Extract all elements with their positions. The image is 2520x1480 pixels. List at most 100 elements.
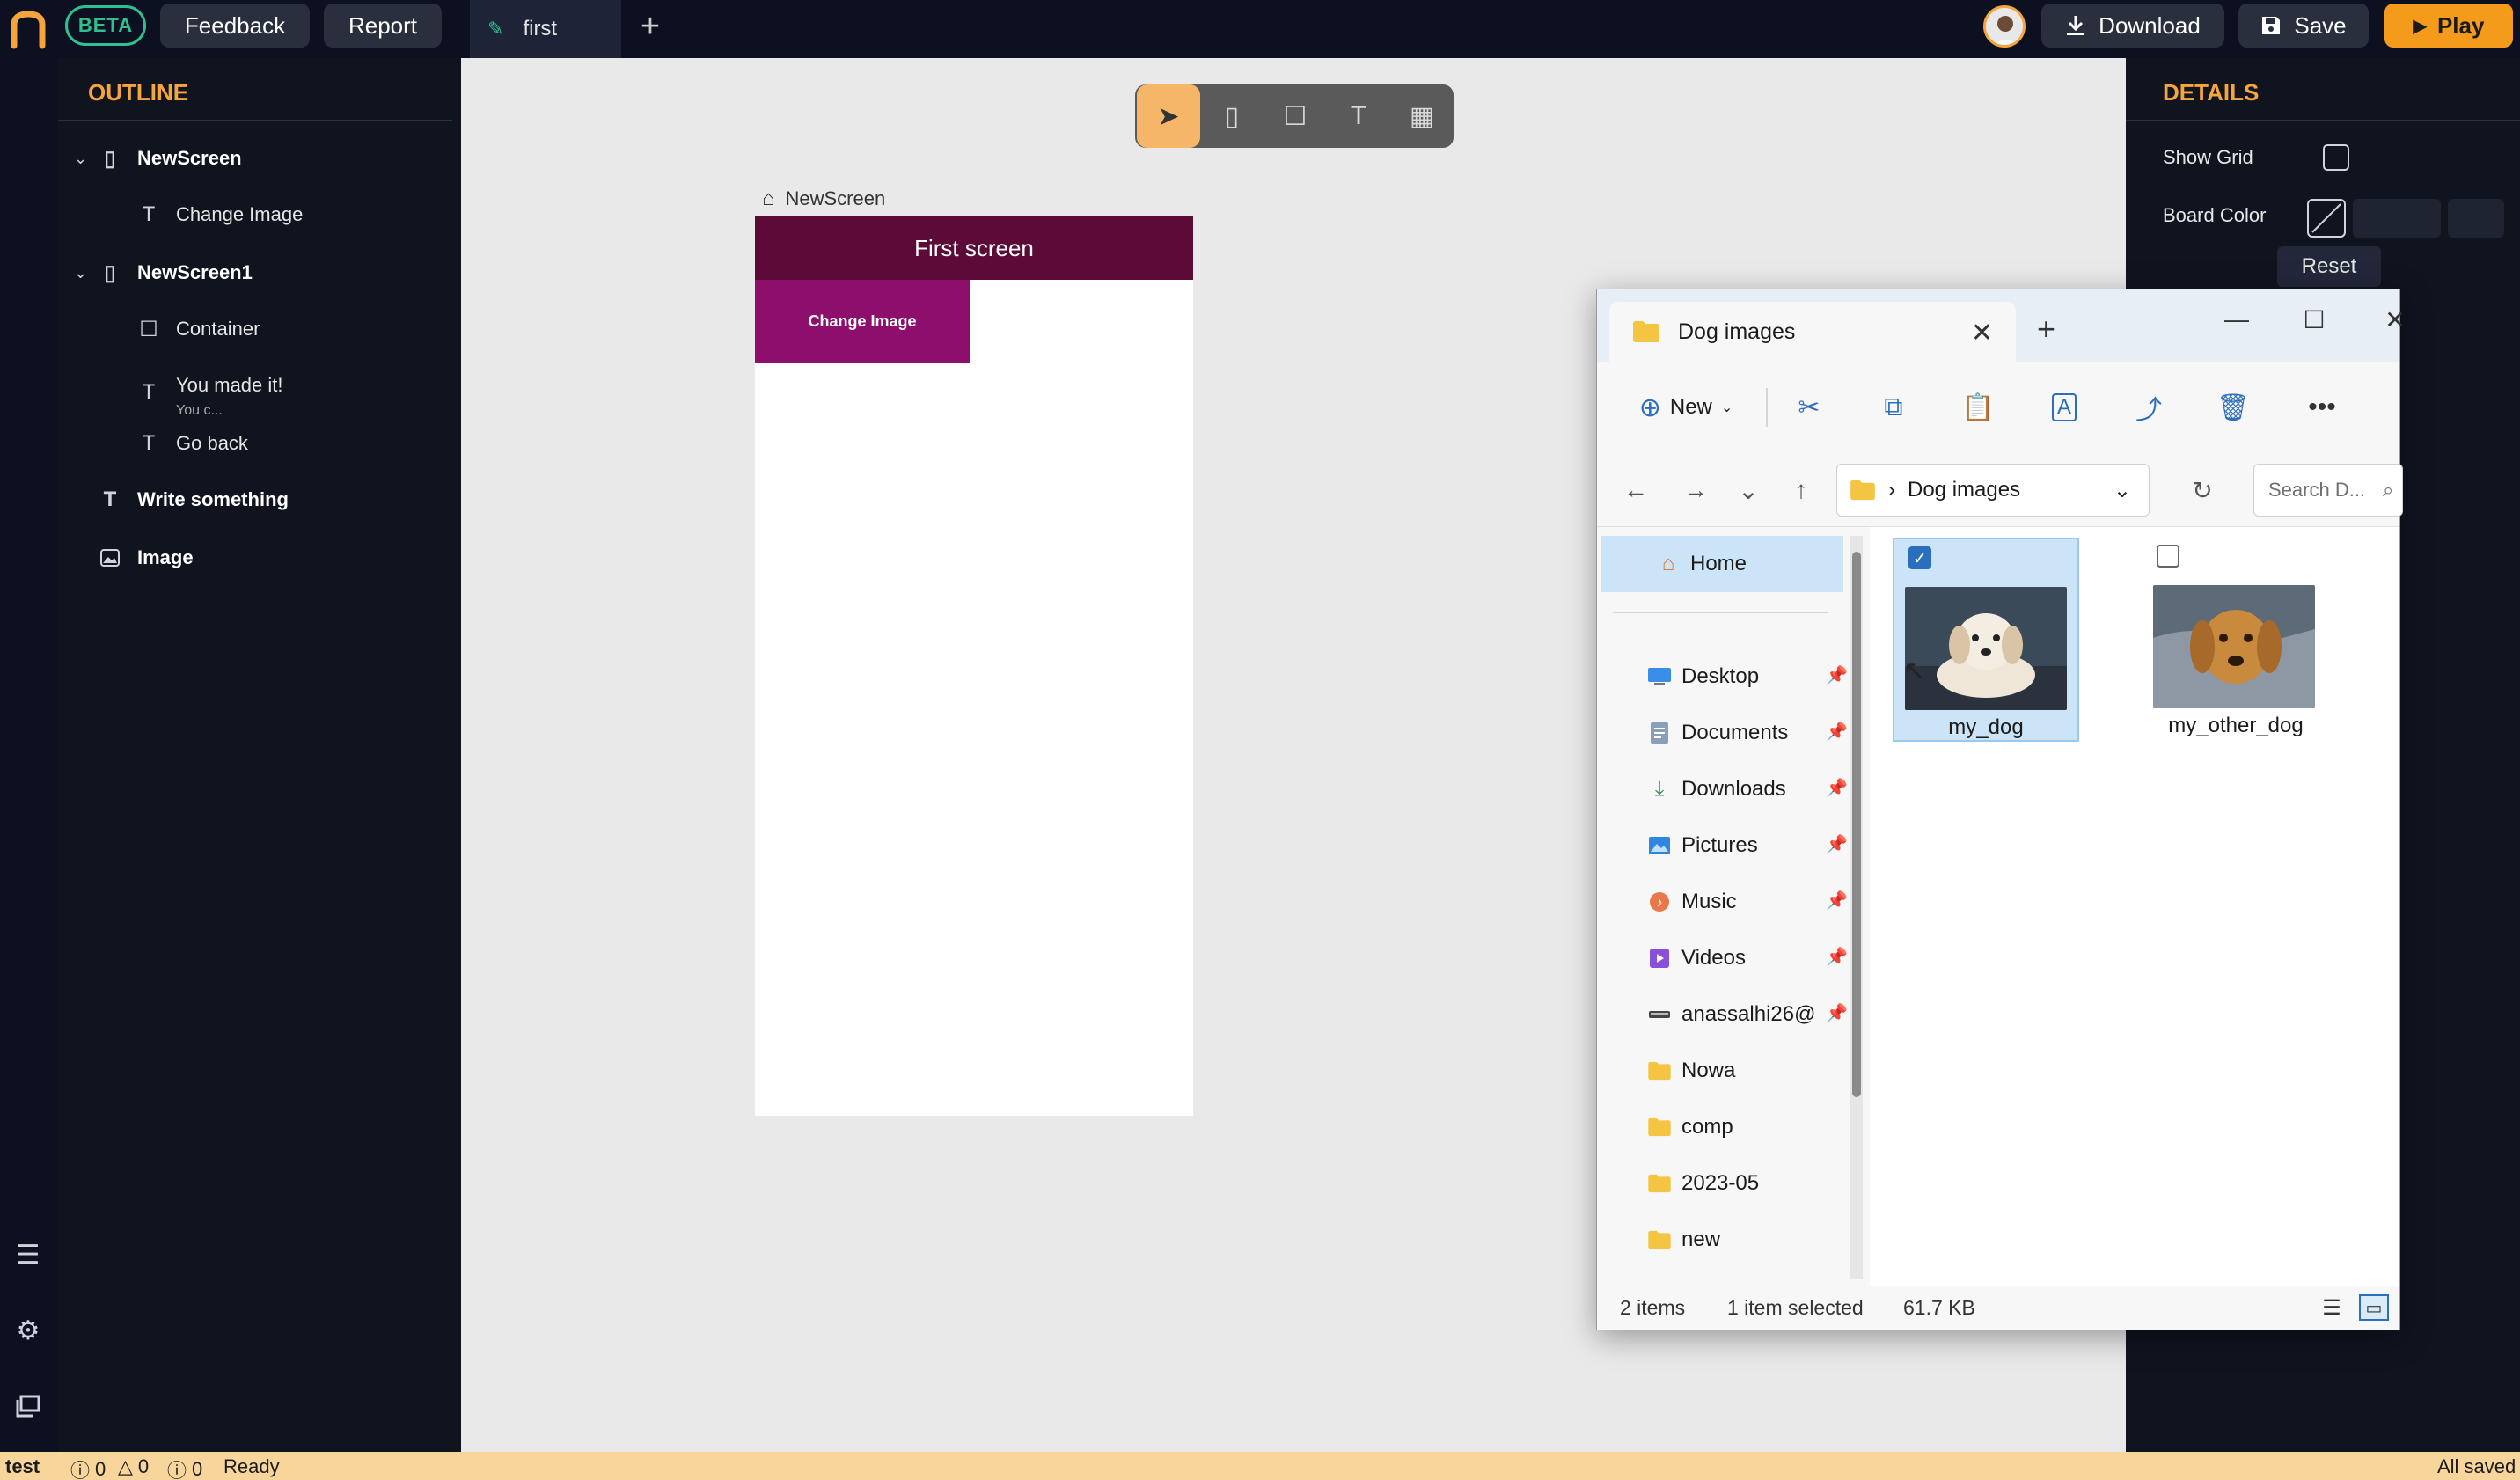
image-icon [99, 549, 121, 567]
top-bar: BETA Feedback Report ✎ first + Download … [0, 0, 2520, 58]
nav-item-desktop[interactable]: Desktop [1646, 657, 1759, 696]
chevron-down-icon[interactable]: ⌄ [74, 264, 93, 282]
download-button[interactable]: Download [2041, 4, 2224, 48]
board-color-opacity-field[interactable] [2448, 199, 2504, 238]
warning-count[interactable]: △ 0 [118, 1455, 149, 1478]
status-text: Ready [223, 1455, 280, 1477]
nowa-logo[interactable] [9, 9, 48, 49]
file-checkbox[interactable]: ✓ [1908, 546, 1931, 569]
outline-item-change-image[interactable]: T Change Image [137, 197, 304, 232]
chevron-down-icon[interactable]: ⌄ [74, 150, 93, 168]
tool-palette: ➤ ▯ ☐ T ▦ [1135, 84, 1454, 148]
board-color-hex-field[interactable] [2353, 199, 2441, 238]
phone-frame[interactable]: First screen Change Image [755, 216, 1193, 1116]
files-icon[interactable] [12, 1390, 44, 1422]
play-button[interactable]: ▶ Play [2384, 4, 2513, 48]
add-tab-button[interactable]: + [635, 7, 665, 46]
components-tool-button[interactable]: ▦ [1390, 84, 1454, 148]
file-item-my-dog[interactable]: ✓ my_dog [1893, 538, 2079, 742]
text-tool-button[interactable]: T [1327, 84, 1390, 148]
explorer-title-bar[interactable]: Dog images ✕ + — ☐ ✕ [1597, 289, 2406, 362]
thumbnail-view-button[interactable]: ▭ [2359, 1294, 2389, 1321]
navigation-pane: ⌂ Home Desktop 📌 Documents 📌 ⤓ Downloads… [1597, 527, 1870, 1286]
text-icon: T [103, 487, 117, 511]
layers-icon[interactable]: ☰ [12, 1239, 44, 1271]
folder-icon [1633, 321, 1659, 342]
scrollbar-thumb[interactable] [1852, 552, 1861, 1097]
outline-item-image[interactable]: Image [99, 540, 194, 575]
home-icon: ⌂ [762, 187, 775, 210]
nav-item-downloads[interactable]: ⤓ Downloads [1646, 770, 1786, 809]
address-bar[interactable]: › Dog images ⌄ [1836, 464, 2150, 517]
back-button[interactable]: ← [1618, 473, 1653, 508]
details-view-button[interactable]: ☰ [2319, 1294, 2345, 1321]
new-tab-button[interactable]: + [2037, 311, 2055, 348]
nav-item-home[interactable]: ⌂ Home [1655, 545, 1747, 583]
grid-icon: ▦ [1409, 101, 1435, 131]
maximize-button[interactable]: ☐ [2292, 302, 2336, 337]
app-bar[interactable]: First screen [755, 216, 1193, 280]
navigation-scrollbar[interactable] [1850, 536, 1863, 1279]
change-image-button[interactable]: Change Image [755, 280, 970, 363]
outline-item-write-something[interactable]: T Write something [99, 482, 289, 517]
select-tool-button[interactable]: ➤ [1137, 84, 1200, 148]
show-grid-checkbox[interactable] [2323, 144, 2349, 171]
nav-item-pictures[interactable]: Pictures [1646, 826, 1758, 865]
search-input[interactable]: Search D... ⌕ [2253, 464, 2403, 517]
file-item-my-other-dog[interactable]: my_other_dog [2143, 538, 2329, 742]
feedback-button[interactable]: Feedback [160, 4, 310, 48]
file-list[interactable]: ✓ my_dog my_other_dog ↖ [1870, 527, 2399, 1286]
nav-item-drive[interactable]: anassalhi26@ [1646, 995, 1815, 1034]
more-icon: ••• [2308, 392, 2336, 421]
outline-item-newscreen1[interactable]: ▯ NewScreen1 [99, 255, 252, 290]
gear-icon[interactable]: ⚙ [12, 1315, 44, 1346]
recent-locations-button[interactable]: ⌄ [1731, 473, 1766, 508]
more-options-button[interactable]: ••• [2296, 388, 2348, 427]
phone-icon: ▯ [1224, 101, 1240, 131]
up-button[interactable]: ↑ [1784, 473, 1819, 508]
report-button[interactable]: Report [324, 4, 442, 48]
nav-item-music[interactable]: ♪ Music [1646, 883, 1737, 921]
nav-item-2023-05[interactable]: 2023-05 [1646, 1164, 1759, 1203]
outline-item-container[interactable]: ☐ Container [137, 311, 260, 347]
music-icon: ♪ [1646, 890, 1673, 913]
info-count[interactable]: ⓘ 0 [167, 1455, 202, 1480]
container-tool-button[interactable]: ☐ [1264, 84, 1327, 148]
save-button[interactable]: Save [2238, 4, 2369, 48]
cut-button[interactable]: ✂ [1787, 388, 1831, 427]
rename-button[interactable]: A [2042, 388, 2086, 427]
new-button[interactable]: ⊕ New ⌄ [1629, 388, 1743, 427]
plus-icon: + [640, 7, 661, 45]
close-tab-icon[interactable]: ✕ [1971, 318, 1993, 348]
outline-item-go-back[interactable]: T Go back [137, 426, 248, 461]
tab-first[interactable]: ✎ first [470, 0, 621, 58]
copy-button[interactable]: ⧉ [1872, 388, 1916, 427]
board-color-swatch[interactable] [2307, 199, 2346, 238]
error-count[interactable]: ⓘ 0 [70, 1455, 106, 1480]
outline-item-you-made-it[interactable]: T You made it! You c... [137, 368, 283, 421]
downloads-icon: ⤓ [1654, 777, 1665, 801]
delete-button[interactable]: 🗑 [2211, 388, 2255, 427]
outline-item-newscreen[interactable]: ▯ NewScreen [99, 141, 241, 176]
explorer-tab[interactable]: Dog images ✕ [1609, 302, 2016, 362]
share-button[interactable]: ⤴ [2127, 388, 2171, 427]
refresh-button[interactable]: ↻ [2185, 473, 2220, 508]
paste-button[interactable]: 📋 [1956, 388, 2000, 427]
pin-icon: 📌 [1826, 722, 1848, 742]
nav-item-new[interactable]: new [1646, 1220, 1720, 1259]
nav-item-videos[interactable]: Videos [1646, 939, 1746, 978]
file-checkbox[interactable] [2157, 545, 2179, 568]
close-window-button[interactable]: ✕ [2373, 302, 2417, 337]
minimize-button[interactable]: — [2215, 302, 2259, 337]
reset-button[interactable]: Reset [2277, 246, 2381, 287]
avatar[interactable] [1983, 5, 2026, 48]
chevron-down-icon[interactable]: ⌄ [2113, 478, 2131, 503]
screen-tool-button[interactable]: ▯ [1200, 84, 1264, 148]
tab-label: first [523, 17, 558, 40]
nav-item-comp[interactable]: comp [1646, 1108, 1733, 1147]
file-explorer-window[interactable]: Dog images ✕ + — ☐ ✕ ⊕ New ⌄ ✂ ⧉ 📋 A ⤴ 🗑… [1596, 289, 2406, 1330]
nav-item-documents[interactable]: Documents [1646, 714, 1788, 752]
nav-item-nowa[interactable]: Nowa [1646, 1051, 1735, 1090]
forward-button[interactable]: → [1678, 473, 1713, 508]
screen-label[interactable]: ⌂ NewScreen [762, 187, 885, 211]
